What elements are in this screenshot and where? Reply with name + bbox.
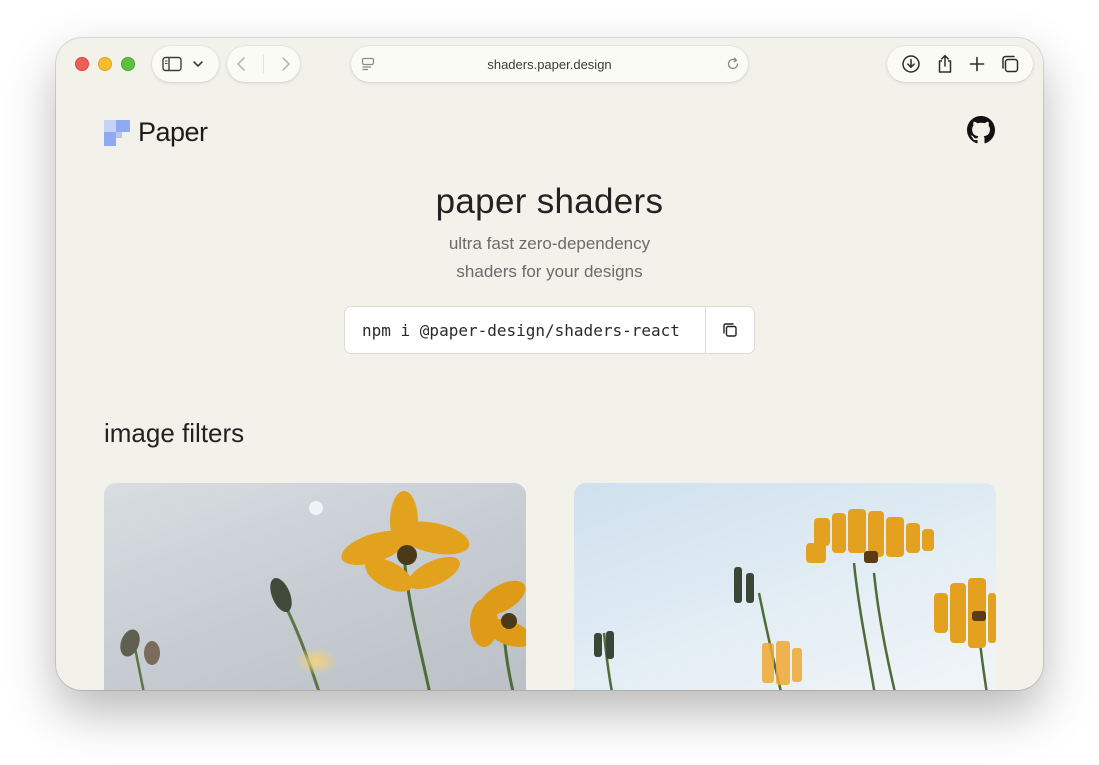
flower-image [594,509,996,690]
image-filter-card-paper-texture[interactable] [104,483,526,690]
copy-icon [723,323,737,337]
back-icon[interactable] [236,56,246,72]
install-command-text[interactable]: npm i @paper-design/shaders-react [345,321,705,340]
forward-icon[interactable] [281,56,291,72]
reload-icon[interactable] [726,56,740,75]
logo-text: Paper [138,117,208,147]
new-tab-icon[interactable] [969,56,985,72]
close-window-button[interactable] [75,57,89,71]
page-content: Paper paper shaders ultra fast zero-depe… [56,94,1043,690]
maximize-window-button[interactable] [121,57,135,71]
copy-button[interactable] [705,307,754,353]
address-bar[interactable]: shaders.paper.design [351,46,748,82]
nav-separator [262,55,264,73]
hero-subtitle-line2: shaders for your designs [456,262,643,281]
sidebar-icon[interactable] [162,56,182,72]
hero-title: paper shaders [435,182,664,221]
image-filter-card-fluted-glass[interactable] [574,483,996,690]
browser-toolbar: shaders.paper.design [56,38,1043,94]
share-icon[interactable] [936,54,954,74]
paper-logo-icon [104,119,130,146]
reader-icon[interactable] [361,56,375,75]
github-icon[interactable] [967,116,995,148]
download-icon[interactable] [901,54,921,74]
navigation-group [227,46,300,82]
sidebar-toggle-group [152,46,219,82]
tab-overview-icon[interactable] [1000,54,1020,74]
url-text: shaders.paper.design [487,56,612,72]
minimize-window-button[interactable] [98,57,112,71]
chevron-down-icon[interactable] [192,60,204,68]
hero-subtitle-line1: ultra fast zero-dependency [448,234,651,253]
install-command-box: npm i @paper-design/shaders-react [344,306,755,354]
browser-actions-group [887,46,1033,82]
flower-image [120,491,526,690]
paper-logo[interactable]: Paper [104,117,208,148]
browser-window: shaders.paper.design Paper paper shaders… [56,38,1043,690]
image-filters-heading: image filters [104,418,245,448]
